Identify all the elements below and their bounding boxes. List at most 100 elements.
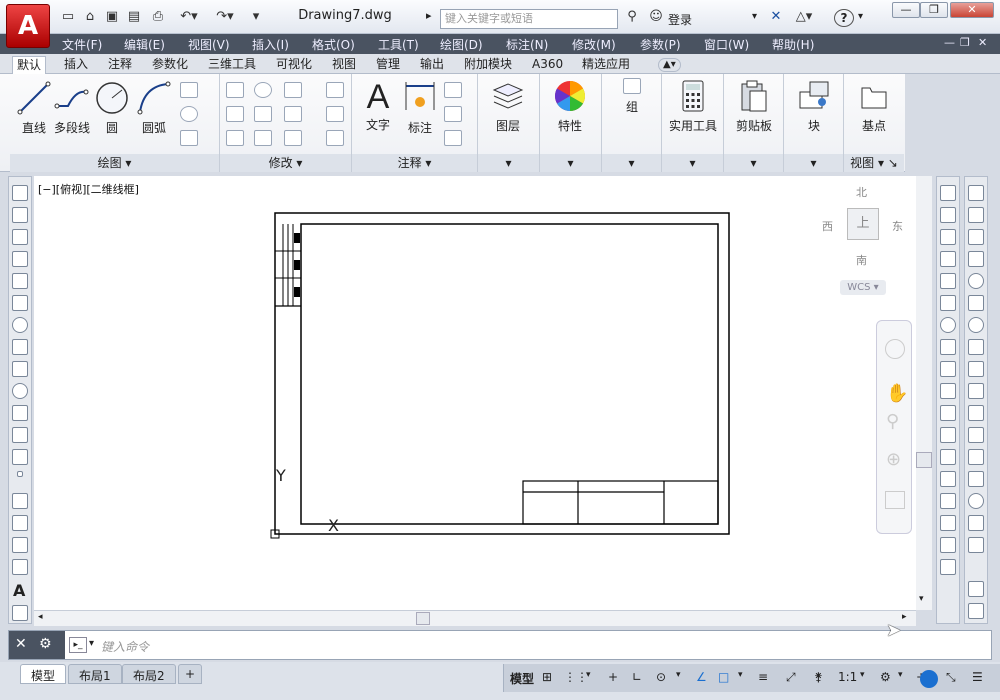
polar-icon[interactable]: ⊙ [656, 670, 666, 684]
group-tool[interactable]: 组 [614, 76, 650, 115]
customization-menu-icon[interactable]: ☰ [972, 670, 983, 684]
dynamic-ucs-icon[interactable]: ⤢ [786, 670, 796, 685]
showmotion-icon[interactable] [885, 491, 905, 509]
scroll-down-icon[interactable]: ▾ [919, 594, 924, 604]
scale-icon[interactable] [254, 130, 272, 146]
wcs-menu[interactable]: WCS ▾ [840, 280, 886, 295]
join-icon[interactable] [940, 471, 956, 487]
stretch-icon[interactable] [940, 361, 956, 377]
circle-icon[interactable] [12, 317, 28, 333]
spline-icon[interactable] [12, 361, 28, 377]
arc-length-icon[interactable] [968, 229, 984, 245]
make-block-icon[interactable] [12, 449, 28, 465]
rotate-icon[interactable] [940, 317, 956, 333]
tab-default[interactable]: 默认 [12, 56, 47, 74]
break-icon[interactable] [940, 449, 956, 465]
tab-layout1[interactable]: 布局1 [68, 664, 122, 684]
viewcube-top[interactable]: 上 [847, 208, 879, 240]
autodesk-a360-icon[interactable]: △▾ [790, 8, 818, 26]
circle-tool[interactable]: 圆 [94, 80, 130, 136]
command-input[interactable]: 键入命令 [101, 638, 149, 655]
isodraft-icon[interactable]: ∠ [696, 670, 707, 684]
doc-minimize-icon[interactable]: — [944, 36, 955, 49]
tab-model[interactable]: 模型 [20, 664, 67, 684]
arc-icon[interactable] [12, 295, 28, 311]
erase-icon[interactable] [326, 82, 344, 98]
region-icon[interactable] [12, 537, 28, 553]
explode-icon[interactable] [326, 106, 344, 122]
undo-icon[interactable]: ↶▾ [174, 8, 204, 26]
offset-icon[interactable] [326, 130, 344, 146]
erase-icon[interactable] [940, 185, 956, 201]
clipboard-dropdown-icon[interactable]: ▾ [724, 154, 783, 172]
mirror-icon[interactable] [254, 106, 272, 122]
gradient-icon[interactable] [12, 515, 28, 531]
scale-icon[interactable] [940, 339, 956, 355]
boundary-icon[interactable] [180, 130, 198, 146]
menu-draw[interactable]: 绘图(D) [440, 36, 483, 53]
tab-insert[interactable]: 插入 [60, 56, 92, 74]
tolerance-icon[interactable] [968, 471, 984, 487]
panel-view-title[interactable]: 视图 ▾ ↘ [844, 154, 904, 172]
utilities-tool[interactable]: 实用工具 [664, 78, 722, 134]
quick-dim-icon[interactable] [968, 361, 984, 377]
stretch-icon[interactable] [226, 130, 244, 146]
tab-layout2[interactable]: 布局2 [122, 664, 176, 684]
aligned-dim-icon[interactable] [968, 207, 984, 223]
menu-dimension[interactable]: 标注(N) [506, 36, 548, 53]
panel-draw-title[interactable]: 绘图 ▾ [10, 154, 219, 172]
inspection-icon[interactable] [968, 515, 984, 531]
maximize-button[interactable]: ❐ [920, 2, 948, 18]
trim-icon[interactable] [284, 82, 302, 98]
menu-insert[interactable]: 插入(I) [252, 36, 289, 53]
jogged-dim-icon[interactable] [968, 295, 984, 311]
viewcube-west[interactable]: 西 [822, 218, 833, 234]
rectangle-icon[interactable] [12, 273, 28, 289]
menu-parametric[interactable]: 参数(P) [640, 36, 681, 53]
osnap-dropdown-icon[interactable]: ▾ [738, 670, 743, 680]
exchange-icon[interactable]: ✕ [766, 8, 786, 26]
isolate-objects-icon[interactable] [920, 670, 938, 688]
ellipse-arc-icon[interactable] [12, 405, 28, 421]
menu-window[interactable]: 窗口(W) [704, 36, 749, 53]
move-icon[interactable] [940, 295, 956, 311]
block-tool[interactable]: 块 [796, 78, 832, 134]
block-dropdown-icon[interactable]: ▾ [784, 154, 843, 172]
angular-dim-icon[interactable] [968, 339, 984, 355]
array-icon[interactable] [940, 273, 956, 289]
menu-edit[interactable]: 编辑(E) [124, 36, 165, 53]
diameter-dim-icon[interactable] [968, 317, 984, 333]
vertical-scroll-thumb[interactable] [916, 452, 932, 468]
trim-icon[interactable] [940, 383, 956, 399]
viewcube-north[interactable]: 北 [856, 184, 867, 200]
layers-dropdown-icon[interactable]: ▾ [478, 154, 539, 172]
copy-icon[interactable] [226, 106, 244, 122]
customize-command-icon[interactable]: ⚙ [39, 636, 52, 652]
mtext-icon[interactable]: A [13, 581, 25, 600]
tab-manage[interactable]: 管理 [372, 56, 404, 74]
osnap-icon[interactable]: □ [718, 670, 729, 684]
pan-icon[interactable]: ✋ [886, 383, 908, 404]
save-icon[interactable]: ▣ [102, 8, 122, 26]
lineweight-icon[interactable]: ≡ [758, 670, 768, 684]
mirror-icon[interactable] [940, 229, 956, 245]
workspace-gear-icon[interactable]: ⚙ [880, 670, 891, 684]
groups-dropdown-icon[interactable]: ▾ [602, 154, 661, 172]
tab-3d-tools[interactable]: 三维工具 [204, 56, 260, 74]
panel-annotation-title[interactable]: 注释 ▾ [352, 154, 477, 172]
table-icon[interactable] [444, 130, 462, 146]
login-button[interactable]: 登录 [668, 11, 692, 28]
save-as-icon[interactable]: ▤ [124, 8, 144, 26]
line-tool[interactable]: 直线 [16, 80, 52, 136]
tab-a360[interactable]: A360 [528, 56, 567, 74]
steering-wheel-icon[interactable] [885, 339, 905, 359]
scale-value[interactable]: 1:1 [838, 670, 857, 684]
minimize-button[interactable]: — [892, 2, 920, 18]
polar-dropdown-icon[interactable]: ▾ [676, 670, 681, 680]
snap-dropdown-icon[interactable]: ▾ [586, 670, 591, 680]
linear-dim-icon[interactable] [968, 185, 984, 201]
scroll-left-icon[interactable]: ◂ [38, 612, 43, 622]
dimension-tool[interactable]: 标注 [402, 80, 438, 136]
menu-file[interactable]: 文件(F) [62, 36, 102, 53]
tab-parametric[interactable]: 参数化 [148, 56, 192, 74]
